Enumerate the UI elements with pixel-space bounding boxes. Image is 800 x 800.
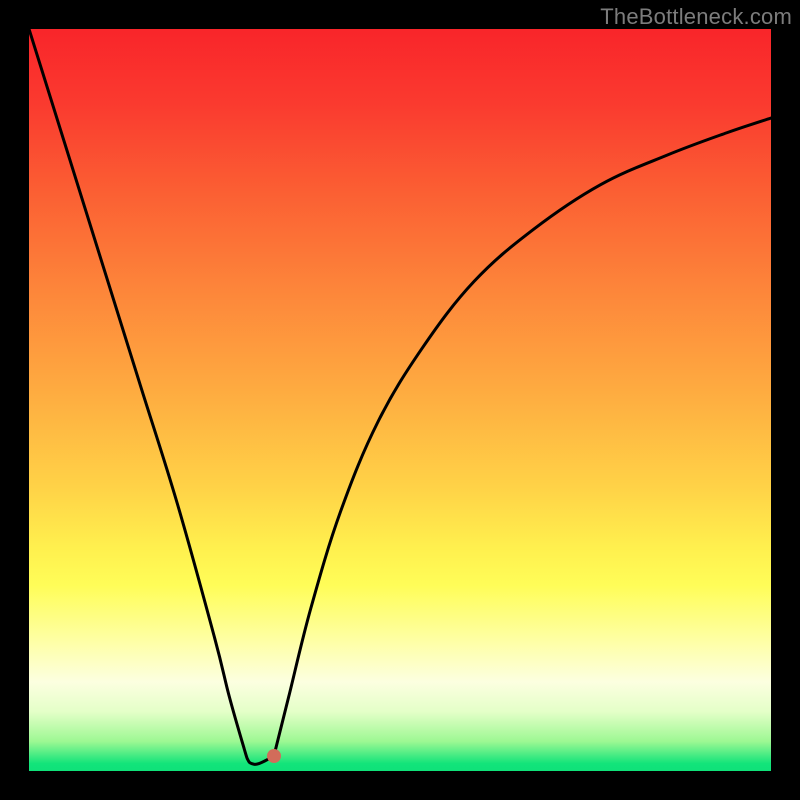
chart-frame: TheBottleneck.com — [0, 0, 800, 800]
watermark-label: TheBottleneck.com — [600, 4, 792, 30]
bottleneck-curve — [29, 29, 771, 771]
plot-area — [29, 29, 771, 771]
optimal-point-marker — [267, 749, 281, 763]
